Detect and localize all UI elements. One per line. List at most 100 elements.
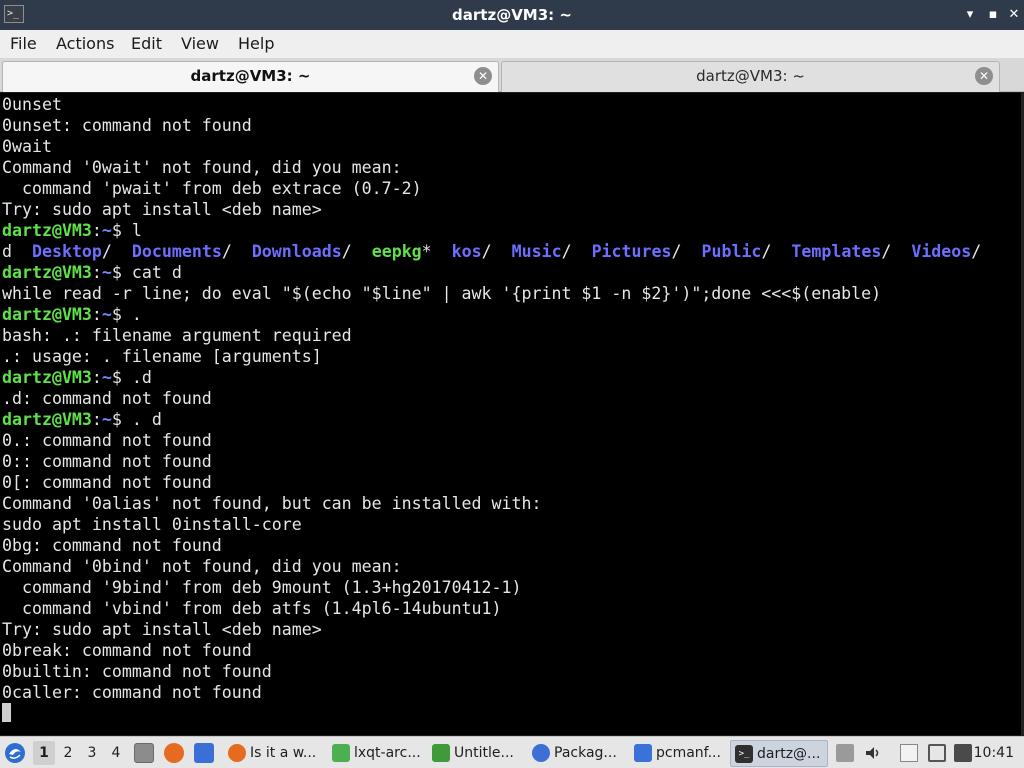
terminal-line: sudo apt install 0install-core xyxy=(2,514,1020,535)
terminal-text: $ . xyxy=(111,305,142,324)
volume-icon[interactable] xyxy=(864,744,882,762)
menu-file[interactable]: File xyxy=(10,34,37,54)
terminal-line: 0.: command not found xyxy=(2,430,1020,451)
terminal-text: / xyxy=(761,242,792,261)
task-label: lxqt-arc... xyxy=(354,745,421,761)
terminal-text: dartz@VM3 xyxy=(2,221,92,240)
terminal-text: kos xyxy=(451,242,482,261)
task-spreadsheet[interactable]: Untitle... xyxy=(428,740,524,767)
terminal-text: Desktop xyxy=(31,242,102,261)
terminal-text: / xyxy=(341,242,372,261)
terminal-text: 0[: command not found xyxy=(2,473,212,492)
terminal-text: eepkg xyxy=(371,242,422,261)
taskbar: 1 2 3 4 Is it a w... lxqt-arc... Untitle… xyxy=(0,736,1024,768)
terminal-text: 0unset xyxy=(2,95,62,114)
terminal-text: 0wait xyxy=(2,137,52,156)
terminal-text: Videos xyxy=(911,242,972,261)
firefox-icon xyxy=(228,744,246,762)
package-manager-icon xyxy=(532,744,550,762)
firefox-icon[interactable] xyxy=(164,743,184,763)
clipboard-icon[interactable] xyxy=(900,744,918,762)
tab-label: dartz@VM3: ~ xyxy=(696,67,805,85)
main-menu-button[interactable] xyxy=(4,737,28,768)
terminal-line: .: usage: . filename [arguments] xyxy=(2,346,1020,367)
terminal-text: 0break: command not found xyxy=(2,641,252,660)
terminal-text: / xyxy=(221,242,252,261)
task-package-manager[interactable]: Packag... xyxy=(528,740,626,767)
terminal-text: $ cat d xyxy=(111,263,182,282)
network-icon[interactable] xyxy=(928,744,946,762)
terminal-icon: >_ xyxy=(735,745,753,763)
tab-close-icon[interactable]: ✕ xyxy=(474,67,492,85)
terminal-text: d xyxy=(2,242,32,261)
task-lxqt-archiver[interactable]: lxqt-arc... xyxy=(328,740,424,767)
desktop-4-button[interactable]: 4 xyxy=(105,741,127,765)
terminal-text: $ l xyxy=(111,221,142,240)
terminal-view[interactable]: 0unset 0unset: command not found 0wait Comm… xyxy=(0,93,1024,735)
terminal-text: sudo apt install 0install-core xyxy=(2,515,302,534)
system-icon[interactable] xyxy=(954,744,972,762)
terminal-text: Public xyxy=(701,242,762,261)
terminal-line: dartz@VM3:~$ cat d xyxy=(2,262,1020,283)
terminal-text: / xyxy=(971,242,982,261)
tab-close-icon[interactable]: ✕ xyxy=(975,67,993,85)
terminal-text: ~ xyxy=(101,410,112,429)
terminal-line: 0wait xyxy=(2,136,1020,157)
task-terminal[interactable]: >_ dartz@... xyxy=(730,740,828,767)
terminal-text: dartz@VM3 xyxy=(2,410,92,429)
terminal-output: 0unset 0unset: command not found 0wait Comm… xyxy=(2,94,1020,724)
archiver-icon xyxy=(332,744,350,762)
terminal-text: / xyxy=(561,242,592,261)
terminal-text: : xyxy=(91,263,102,282)
terminal-text: command '9bind' from deb 9mount (1.3+hg2… xyxy=(2,578,522,597)
terminal-line: 0[: command not found xyxy=(2,472,1020,493)
task-pcmanfm[interactable]: pcmanf... xyxy=(630,740,726,767)
tab-terminal-1[interactable]: dartz@VM3: ~ ✕ xyxy=(2,61,499,92)
spreadsheet-icon xyxy=(432,744,450,762)
terminal-line: dartz@VM3:~$ . d xyxy=(2,409,1020,430)
terminal-line: d Desktop/ Documents/ Downloads/ eepkg* … xyxy=(2,241,1020,262)
maximize-button[interactable]: ▪ xyxy=(985,7,1001,23)
terminal-line: Command '0bind' not found, did you mean: xyxy=(2,556,1020,577)
menu-edit[interactable]: Edit xyxy=(131,34,162,54)
show-desktop-icon[interactable] xyxy=(194,743,214,763)
close-button[interactable]: ✕ xyxy=(1006,7,1022,23)
terminal-text: command 'vbind' from deb atfs (1.4pl6-14… xyxy=(2,599,502,618)
terminal-line: Try: sudo apt install <deb name> xyxy=(2,619,1020,640)
minimize-button[interactable]: ▾ xyxy=(962,7,978,23)
terminal-text: * xyxy=(421,242,452,261)
folder-icon xyxy=(634,744,652,762)
terminal-line: command 'vbind' from deb atfs (1.4pl6-14… xyxy=(2,598,1020,619)
file-manager-icon[interactable] xyxy=(134,743,154,763)
terminal-text: / xyxy=(881,242,912,261)
clock[interactable]: 10:41 xyxy=(974,737,1014,768)
terminal-text: Try: sudo apt install <deb name> xyxy=(2,620,322,639)
desktop-3-button[interactable]: 3 xyxy=(81,741,103,765)
terminal-text: while read -r line; do eval "$(echo "$li… xyxy=(2,284,882,303)
terminal-text: / xyxy=(671,242,702,261)
tab-terminal-2[interactable]: dartz@VM3: ~ ✕ xyxy=(501,61,1000,92)
terminal-text: Command '0wait' not found, did you mean: xyxy=(2,158,402,177)
terminal-line: command 'pwait' from deb extrace (0.7-2) xyxy=(2,178,1020,199)
terminal-text: ~ xyxy=(101,368,112,387)
desktop-1-button[interactable]: 1 xyxy=(33,741,55,765)
terminal-text: Music xyxy=(511,242,562,261)
terminal-text: / xyxy=(481,242,512,261)
terminal-line: 0bg: command not found xyxy=(2,535,1020,556)
terminal-line: 0builtin: command not found xyxy=(2,661,1020,682)
menu-help[interactable]: Help xyxy=(238,34,274,54)
task-firefox[interactable]: Is it a w... xyxy=(224,740,324,767)
menu-view[interactable]: View xyxy=(181,34,219,54)
terminal-line: 0unset xyxy=(2,94,1020,115)
menu-actions[interactable]: Actions xyxy=(56,34,114,54)
title-bar[interactable]: >_ dartz@VM3: ~ ▾ ▪ ✕ xyxy=(0,0,1024,30)
update-icon[interactable] xyxy=(836,744,854,762)
terminal-line: command '9bind' from deb 9mount (1.3+hg2… xyxy=(2,577,1020,598)
prompt-line xyxy=(2,703,1020,724)
terminal-text: 0builtin: command not found xyxy=(2,662,272,681)
terminal-text: Try: sudo apt install <deb name> xyxy=(2,200,322,219)
terminal-text: $ .d xyxy=(111,368,152,387)
cursor xyxy=(2,703,11,722)
terminal-line: while read -r line; do eval "$(echo "$li… xyxy=(2,283,1020,304)
desktop-2-button[interactable]: 2 xyxy=(57,741,79,765)
